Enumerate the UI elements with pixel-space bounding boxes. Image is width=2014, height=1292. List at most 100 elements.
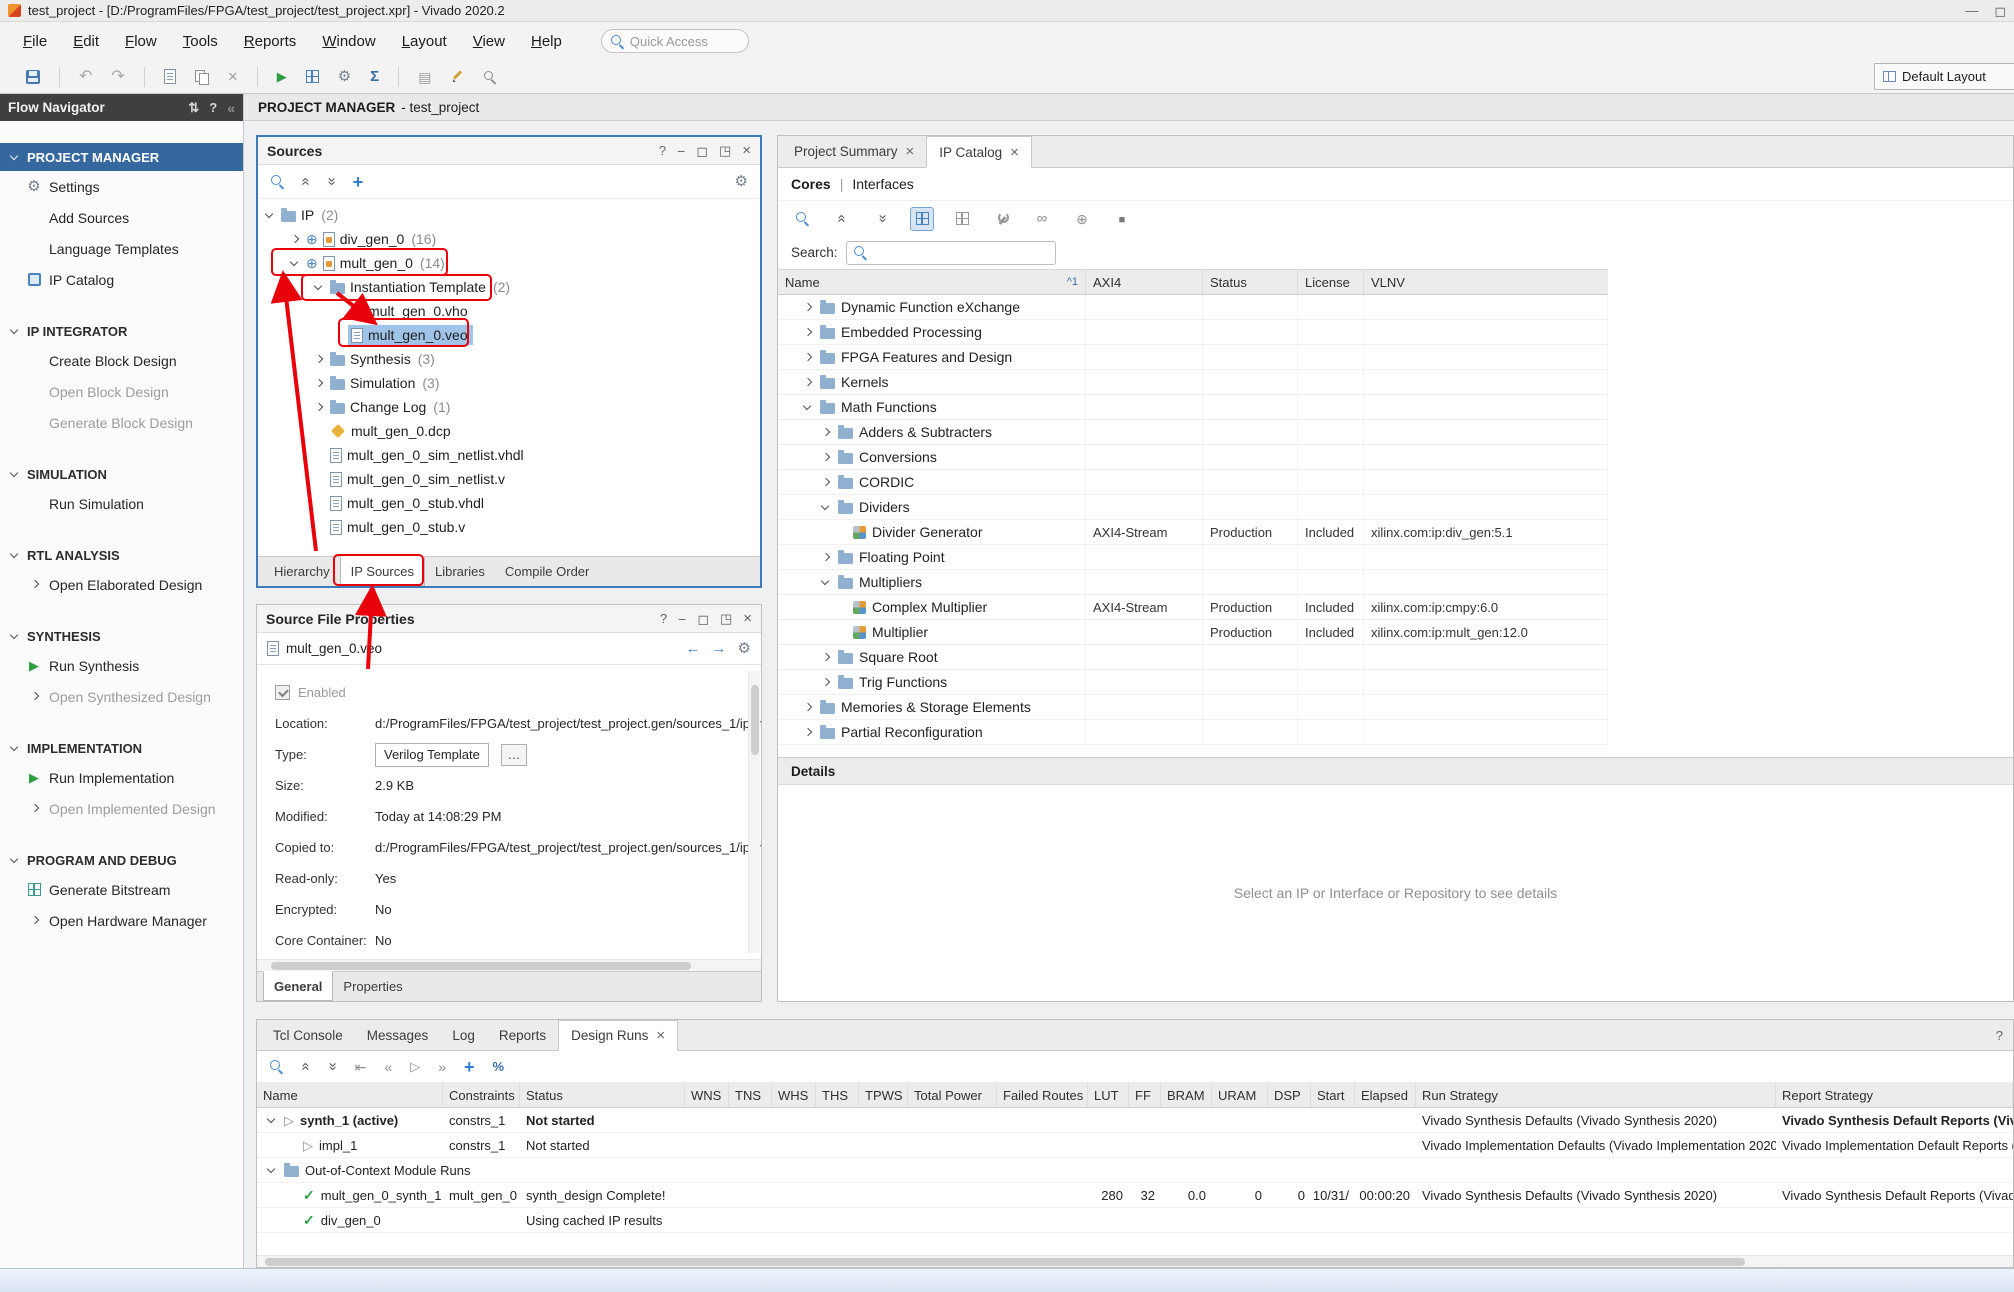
sidebar-item-add-sources[interactable]: Add Sources xyxy=(0,202,243,233)
run-row-impl-1[interactable]: impl_1 constrs_1 Not started Vivado Impl… xyxy=(257,1133,2013,1158)
catalog-search-input[interactable] xyxy=(873,245,1033,260)
column-failed-routes[interactable]: Failed Routes xyxy=(997,1083,1088,1107)
sidebar-item-settings[interactable]: Settings xyxy=(0,171,243,202)
chevron-right-icon[interactable] xyxy=(819,476,832,489)
tree-row-ip[interactable]: IP(2) xyxy=(258,203,760,227)
vertical-scrollbar[interactable] xyxy=(748,671,760,953)
sidebar-item-open-elaborated-design[interactable]: Open Elaborated Design xyxy=(0,569,243,600)
tab-properties[interactable]: Properties xyxy=(333,972,412,1001)
column-vlnv[interactable]: VLNV xyxy=(1364,270,1608,294)
settings-icon[interactable] xyxy=(338,69,351,84)
catalog-row[interactable]: CORDIC xyxy=(778,470,1608,495)
catalog-row[interactable]: Trig Functions xyxy=(778,670,1608,695)
edit-icon[interactable] xyxy=(450,70,464,84)
chevron-right-icon[interactable] xyxy=(819,651,832,664)
run-row-ooc-group[interactable]: Out-of-Context Module Runs xyxy=(257,1158,2013,1183)
tab-messages[interactable]: Messages xyxy=(355,1020,441,1050)
chevron-right-icon[interactable] xyxy=(28,802,41,815)
type-dropdown[interactable]: Verilog Template xyxy=(375,743,489,767)
chevron-right-icon[interactable] xyxy=(312,401,325,414)
create-run-icon[interactable] xyxy=(464,1058,475,1076)
chevron-down-icon[interactable] xyxy=(8,549,21,562)
menu-layout[interactable]: Layout xyxy=(389,28,460,55)
sidebar-item-ip-integrator[interactable]: IP INTEGRATOR xyxy=(0,317,243,345)
menu-view[interactable]: View xyxy=(460,28,518,55)
catalog-row-ip[interactable]: Divider GeneratorAXI4-StreamProductionIn… xyxy=(778,520,1608,545)
quick-access-box[interactable] xyxy=(601,29,749,53)
chevron-right-icon[interactable] xyxy=(801,376,814,389)
float-icon[interactable] xyxy=(719,144,731,157)
sidebar-item-run-implementation[interactable]: Run Implementation xyxy=(0,762,243,793)
chevron-down-icon[interactable] xyxy=(801,401,814,414)
catalog-search-box[interactable] xyxy=(846,241,1056,265)
catalog-row[interactable]: Embedded Processing xyxy=(778,320,1608,345)
chevron-right-icon[interactable] xyxy=(819,451,832,464)
run-row-mult-gen-synth[interactable]: mult_gen_0_synth_1 mult_gen_0 synth_desi… xyxy=(257,1183,2013,1208)
tab-tcl-console[interactable]: Tcl Console xyxy=(261,1020,355,1050)
column-license[interactable]: License xyxy=(1298,270,1364,294)
column-wns[interactable]: WNS xyxy=(685,1083,729,1107)
run-row-div-gen[interactable]: div_gen_0 Using cached IP results xyxy=(257,1208,2013,1233)
column-total-power[interactable]: Total Power xyxy=(908,1083,997,1107)
sum-icon[interactable] xyxy=(370,69,379,84)
sidebar-item-synthesis[interactable]: SYNTHESIS xyxy=(0,622,243,650)
chevron-right-icon[interactable] xyxy=(312,377,325,390)
reset-runs-icon[interactable] xyxy=(355,1060,367,1074)
sidebar-item-language-templates[interactable]: Language Templates xyxy=(0,233,243,264)
menu-tools[interactable]: Tools xyxy=(170,28,231,55)
view-interfaces[interactable]: Interfaces xyxy=(852,176,913,192)
sources-panel-header[interactable]: Sources xyxy=(258,137,760,165)
tree-row-sim-netlist-vhdl[interactable]: mult_gen_0_sim_netlist.vhdl xyxy=(258,443,760,467)
column-name[interactable]: Name xyxy=(257,1083,443,1107)
taxonomy-icon[interactable] xyxy=(950,207,974,231)
column-ff[interactable]: FF xyxy=(1129,1083,1161,1107)
maximize-button[interactable] xyxy=(1994,4,2006,18)
tree-row-sim-netlist-v[interactable]: mult_gen_0_sim_netlist.v xyxy=(258,467,760,491)
gear-icon[interactable] xyxy=(738,641,751,656)
search-icon[interactable] xyxy=(270,174,285,189)
chevron-down-icon[interactable] xyxy=(263,209,276,222)
redo-icon[interactable] xyxy=(111,69,124,85)
chevron-right-icon[interactable] xyxy=(801,351,814,364)
close-icon[interactable] xyxy=(743,611,752,626)
properties-panel-header[interactable]: Source File Properties xyxy=(257,605,761,633)
tree-row-dcp[interactable]: mult_gen_0.dcp xyxy=(258,419,760,443)
column-tpws[interactable]: TPWS xyxy=(859,1083,908,1107)
run-icon[interactable] xyxy=(277,70,287,83)
report-icon[interactable] xyxy=(418,70,431,84)
tree-row-simulation[interactable]: Simulation(3) xyxy=(258,371,760,395)
catalog-row[interactable]: Dividers xyxy=(778,495,1608,520)
tree-row-synthesis[interactable]: Synthesis(3) xyxy=(258,347,760,371)
float-icon[interactable] xyxy=(720,612,732,625)
undo-icon[interactable] xyxy=(79,69,92,85)
save-icon[interactable] xyxy=(26,70,40,84)
chevron-right-icon[interactable] xyxy=(28,578,41,591)
tree-row-stub-v[interactable]: mult_gen_0_stub.v xyxy=(258,515,760,539)
column-bram[interactable]: BRAM xyxy=(1161,1083,1212,1107)
open-report-icon[interactable] xyxy=(164,69,176,84)
sidebar-item-ip-catalog[interactable]: IP Catalog xyxy=(0,264,243,295)
flownav-collapse-icon[interactable] xyxy=(227,101,235,115)
maximize-icon[interactable] xyxy=(697,612,709,626)
catalog-row[interactable]: Memories & Storage Elements xyxy=(778,695,1608,720)
menu-flow[interactable]: Flow xyxy=(112,28,170,55)
gear-icon[interactable] xyxy=(735,174,748,189)
catalog-row[interactable]: Adders & Subtracters xyxy=(778,420,1608,445)
menu-file[interactable]: File xyxy=(10,28,60,55)
search-icon[interactable] xyxy=(269,1059,284,1074)
catalog-row[interactable]: Conversions xyxy=(778,445,1608,470)
tab-ip-catalog[interactable]: IP Catalog xyxy=(926,136,1032,168)
stop-icon[interactable] xyxy=(1110,207,1134,231)
menu-help[interactable]: Help xyxy=(518,28,575,55)
menu-window[interactable]: Window xyxy=(309,28,388,55)
run-manager-icon[interactable] xyxy=(306,70,319,83)
group-by-category-icon[interactable] xyxy=(910,207,934,231)
catalog-row[interactable]: Kernels xyxy=(778,370,1608,395)
flownav-help-icon[interactable] xyxy=(209,101,217,114)
collapse-all-icon[interactable] xyxy=(830,207,854,231)
sidebar-item-simulation[interactable]: SIMULATION xyxy=(0,460,243,488)
chevron-right-icon[interactable] xyxy=(801,301,814,314)
minimize-icon[interactable] xyxy=(678,612,686,626)
close-icon[interactable] xyxy=(1010,145,1019,160)
column-name[interactable]: Name^1 xyxy=(778,270,1086,294)
